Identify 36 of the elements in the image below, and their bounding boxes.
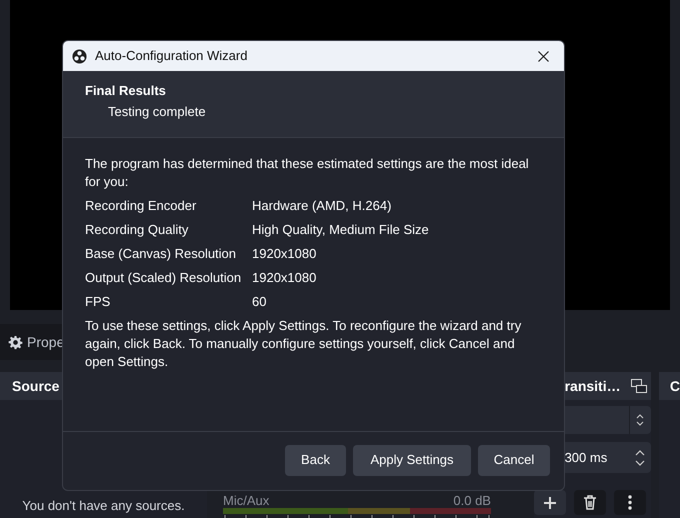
empty-message: You don't have any sources. [22,496,185,515]
more-icon [628,495,632,510]
setting-value: 1920x1080 [252,269,316,288]
setting-value: 1920x1080 [252,245,316,264]
trash-icon [582,495,597,510]
add-button[interactable] [534,490,566,515]
delete-button[interactable] [574,490,606,515]
cancel-button[interactable]: Cancel [478,444,550,476]
gear-icon [8,334,23,350]
panel-title: C [670,376,680,396]
setting-label: FPS [85,293,112,312]
windows-icon [630,379,647,393]
page-subheading: Testing complete [107,102,207,121]
close-icon [538,50,548,62]
panel-title: Source [12,376,60,396]
instructions-text: To use these settings, click Apply Settings. To reconfigure the wizard and try again, click Back. To manually configure settings yourself, click Cancel and open Settings. [85,317,522,371]
back-button[interactable]: Back [285,444,346,476]
plus-icon [544,496,556,508]
panel-title: ransiti… [564,376,621,396]
apply-settings-button[interactable]: Apply Settings [353,444,471,476]
app-logo-icon [72,48,87,64]
window-title: Auto-Configuration Wizard [95,47,248,66]
spinner-icon [634,448,645,466]
setting-label: Recording Encoder [85,197,198,216]
setting-value: Hardware (AMD, H.264) [252,197,392,216]
intro-text: The program has determined that these estimated settings are the most ideal for you: [85,155,530,191]
page-heading: Final Results [85,82,167,100]
setting-label: Output (Scaled) Resolution [85,269,242,288]
setting-label: Base (Canvas) Resolution [85,245,238,264]
setting-label: Recording Quality [85,221,190,240]
updown-icon [636,413,644,427]
channel-name: Mic/Aux [222,493,270,508]
setting-value: 60 [252,293,266,312]
setting-value: High Quality, Medium File Size [252,221,429,240]
volume-reading: 0.0 dB [453,493,491,508]
more-button[interactable] [614,490,646,515]
